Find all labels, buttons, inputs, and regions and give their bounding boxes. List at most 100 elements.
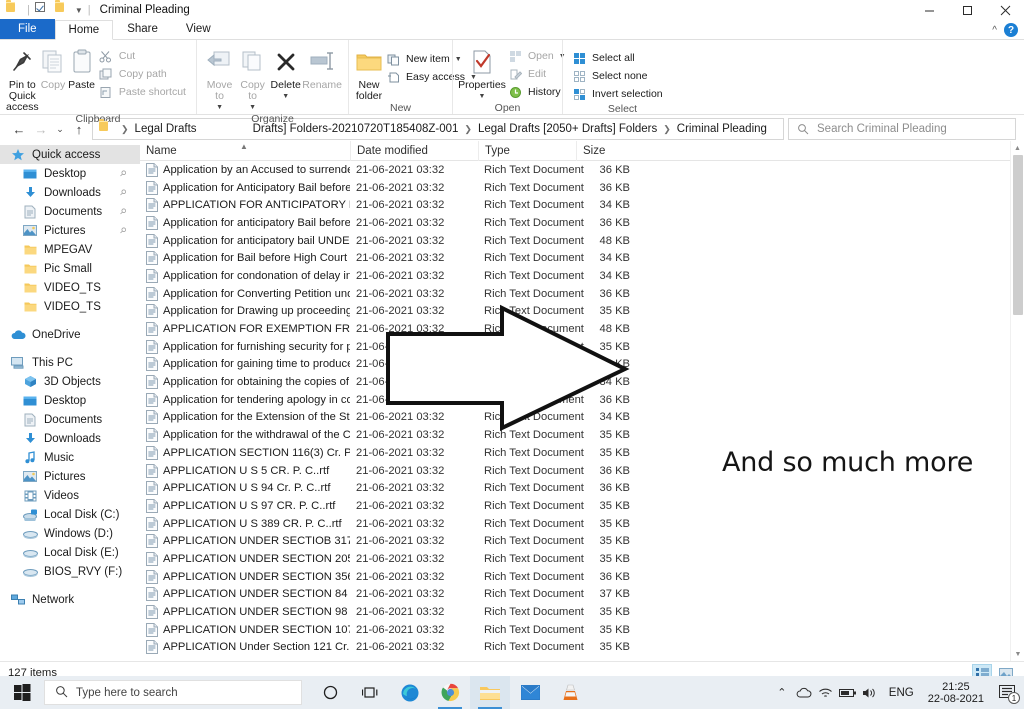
file-name-cell[interactable]: Application for anticipatory Bail before…	[140, 216, 350, 230]
tab-file[interactable]: File	[0, 19, 55, 39]
tab-home[interactable]: Home	[55, 20, 114, 40]
sidebar-item-bios-rvy-f[interactable]: BIOS_RVY (F:)	[0, 562, 140, 581]
table-row[interactable]: APPLICATION UNDER SECTION 98 Cr. P. ...2…	[140, 603, 1024, 621]
close-button[interactable]	[986, 0, 1024, 20]
speaker-icon[interactable]	[859, 676, 881, 709]
sidebar-item-pic-small[interactable]: Pic Small	[0, 259, 140, 278]
table-row[interactable]: APPLICATION FOR ANTICIPATORY BAIL B...21…	[140, 196, 1024, 214]
google-chrome-icon[interactable]	[430, 676, 470, 709]
paste-button[interactable]: Paste	[67, 45, 96, 91]
file-name-cell[interactable]: Application for obtaining the copies of …	[140, 375, 350, 389]
table-row[interactable]: APPLICATION UNDER SECTION 205 CR. ...21-…	[140, 550, 1024, 568]
file-name-cell[interactable]: APPLICATION UNDER SECTIOB 317 CR. P...	[140, 534, 350, 548]
vlc-media-player-icon[interactable]	[550, 676, 590, 709]
copy-to-button[interactable]: Copy to ▼	[236, 45, 269, 113]
folder-icon[interactable]	[6, 2, 22, 18]
pin-to-quick-access-button[interactable]: Pin to Quick access	[6, 45, 39, 113]
move-to-button[interactable]: Move to ▼	[203, 45, 236, 113]
file-name-cell[interactable]: Application for gaining time to produce …	[140, 357, 350, 371]
new-folder-button[interactable]: New folder	[355, 45, 383, 102]
scroll-down-arrow-icon[interactable]: ▼	[1011, 647, 1024, 661]
file-name-cell[interactable]: Application for tendering apology in con…	[140, 393, 350, 407]
file-name-cell[interactable]: Application for anticipatory bail UNDER …	[140, 234, 350, 248]
table-row[interactable]: Application for Anticipatory Bail before…	[140, 179, 1024, 197]
table-row[interactable]: APPLICATION U S 97 CR. P. C..rtf21-06-20…	[140, 497, 1024, 515]
rename-button[interactable]: Rename	[302, 45, 342, 91]
battery-icon[interactable]	[837, 676, 859, 709]
delete-button[interactable]: Delete ▼	[269, 45, 302, 102]
file-name-cell[interactable]: Application for Drawing up proceedings .…	[140, 304, 350, 318]
file-name-cell[interactable]: APPLICATION Under Section 121 Cr. P. C	[140, 640, 350, 654]
copy-path-button[interactable]: Copy path	[96, 65, 190, 83]
sidebar-item-desktop[interactable]: Desktop⚲	[0, 164, 140, 183]
breadcrumb-item-3[interactable]: Criminal Pleading	[677, 123, 767, 135]
sidebar-item-quick-access[interactable]: Quick access	[0, 145, 140, 164]
chevron-down-icon[interactable]: ▼	[282, 91, 289, 102]
sidebar-item-this-pc[interactable]: This PC	[0, 353, 140, 372]
scrollbar-thumb[interactable]	[1013, 155, 1023, 315]
dropdown-caret-icon[interactable]: ▼	[75, 6, 83, 15]
open-button[interactable]: Open ▼	[505, 47, 570, 65]
sidebar-item-3d-objects[interactable]: 3D Objects	[0, 372, 140, 391]
wifi-icon[interactable]	[815, 676, 837, 709]
file-name-cell[interactable]: APPLICATION UNDER SECTION 107 Cr. P. ...	[140, 623, 350, 637]
folder-icon[interactable]	[55, 2, 71, 18]
file-name-cell[interactable]: APPLICATION U S 94 Cr. P. C..rtf	[140, 481, 350, 495]
sidebar-item-network[interactable]: Network	[0, 590, 140, 609]
sidebar-item-pictures[interactable]: Pictures	[0, 467, 140, 486]
sidebar-item-documents[interactable]: Documents⚲	[0, 202, 140, 221]
search-input[interactable]: Search Criminal Pleading	[788, 118, 1016, 140]
file-name-cell[interactable]: APPLICATION UNDER SECTION 98 Cr. P. ...	[140, 605, 350, 619]
show-hidden-icons-chevron[interactable]: ⌃	[771, 676, 793, 709]
scroll-up-arrow-icon[interactable]: ▲	[1011, 141, 1024, 155]
sidebar-item-music[interactable]: Music	[0, 448, 140, 467]
language-indicator[interactable]: ENG	[881, 687, 922, 699]
table-row[interactable]: Application for anticipatory Bail before…	[140, 214, 1024, 232]
pin-icon[interactable]: ⚲	[118, 168, 129, 179]
table-row[interactable]: APPLICATION U S 94 Cr. P. C..rtf21-06-20…	[140, 479, 1024, 497]
table-row[interactable]: APPLICATION UNDER SECTION 356 CR. ...21-…	[140, 568, 1024, 586]
minimize-button[interactable]	[910, 0, 948, 20]
sidebar-item-video-ts[interactable]: VIDEO_TS	[0, 297, 140, 316]
file-name-cell[interactable]: APPLICATION FOR ANTICIPATORY BAIL B...	[140, 198, 350, 212]
history-button[interactable]: History	[505, 83, 570, 101]
table-row[interactable]: APPLICATION FOR EXEMPTION FROM PE...21-0…	[140, 320, 1024, 338]
edit-button[interactable]: Edit	[505, 65, 570, 83]
table-row[interactable]: Application by an Accused to surrender i…	[140, 161, 1024, 179]
clock[interactable]: 21:25 22-08-2021	[922, 681, 990, 705]
file-name-cell[interactable]: APPLICATION UNDER SECTION 356 CR. ...	[140, 570, 350, 584]
file-name-cell[interactable]: APPLICATION U S 389 CR. P. C..rtf	[140, 517, 350, 531]
file-name-cell[interactable]: Application by an Accused to surrender i…	[140, 163, 350, 177]
file-name-cell[interactable]: APPLICATION UNDER SECTION 84 CR. P. ...	[140, 587, 350, 601]
select-none-button[interactable]: Select none	[569, 67, 667, 85]
collapse-ribbon-icon[interactable]: ^	[992, 25, 997, 36]
table-row[interactable]: Application for anticipatory bail UNDER …	[140, 232, 1024, 250]
table-row[interactable]: Application for furnishing security for …	[140, 338, 1024, 356]
table-row[interactable]: Application for condonation of delay in …	[140, 267, 1024, 285]
chevron-down-icon[interactable]: ▼	[249, 102, 256, 113]
table-row[interactable]: Application for gaining time to produce …	[140, 356, 1024, 374]
tab-view[interactable]: View	[172, 19, 225, 39]
table-row[interactable]: Application for Converting Petition unde…	[140, 285, 1024, 303]
sidebar-item-local-disk-e[interactable]: Local Disk (E:)	[0, 543, 140, 562]
column-header-date-modified[interactable]: Date modified	[350, 141, 478, 161]
properties-button[interactable]: Properties ▼	[459, 45, 505, 102]
copy-button[interactable]: Copy	[39, 45, 68, 91]
file-name-cell[interactable]: APPLICATION U S 5 CR. P. C..rtf	[140, 464, 350, 478]
mail-icon[interactable]	[510, 676, 550, 709]
select-all-button[interactable]: Select all	[569, 49, 667, 67]
taskbar-search-input[interactable]: Type here to search	[44, 680, 302, 705]
chevron-down-icon[interactable]: ▼	[216, 102, 223, 113]
table-row[interactable]: Application for tendering apology in con…	[140, 391, 1024, 409]
table-row[interactable]: Application for the Extension of the Sta…	[140, 409, 1024, 427]
sidebar-item-onedrive[interactable]: OneDrive	[0, 325, 140, 344]
column-header-name[interactable]: Name ▲	[140, 141, 350, 161]
breadcrumb-item-2[interactable]: Legal Drafts [2050+ Drafts] Folders	[478, 123, 657, 135]
invert-selection-button[interactable]: Invert selection	[569, 85, 667, 103]
file-name-cell[interactable]: APPLICATION U S 97 CR. P. C..rtf	[140, 499, 350, 513]
cut-button[interactable]: Cut	[96, 47, 190, 65]
file-name-cell[interactable]: Application for Anticipatory Bail before…	[140, 181, 350, 195]
vertical-scrollbar[interactable]: ▲ ▼	[1010, 141, 1024, 661]
maximize-button[interactable]	[948, 0, 986, 20]
column-header-type[interactable]: Type	[478, 141, 576, 161]
